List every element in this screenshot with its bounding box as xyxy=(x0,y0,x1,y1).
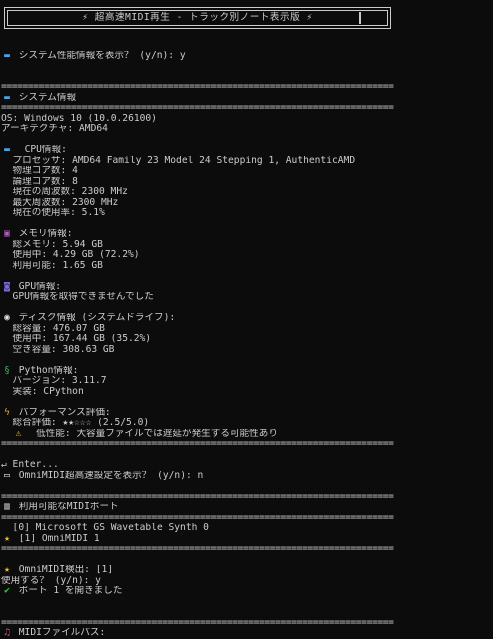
cpu-freq-max: 最大周波数: 2300 MHz xyxy=(1,197,119,208)
midi-port-0: [0] Microsoft GS Wavetable Synth 0 xyxy=(1,523,209,533)
disk-header: ディスク情報 (システムドライブ): xyxy=(18,313,176,323)
python-header-line: § Python情報: xyxy=(1,366,493,377)
perf-rating: 総合評価: ★★☆☆☆ (2.5/5.0) xyxy=(1,418,150,428)
banner-title: ⚡ 超高速MIDI再生 - トラック別ノート表示版 ⚡ xyxy=(82,12,313,23)
port-opened: ポート 1 を開きました xyxy=(18,586,123,596)
midi-ports-header: 利用可能なMIDIポート xyxy=(18,502,119,512)
lightning-icon: ϟ xyxy=(4,407,10,418)
port-opened-line: ✔ ポート 1 を開きました xyxy=(1,586,493,597)
midi-path-line[interactable]: ♫ MIDIファイルパス: xyxy=(1,628,493,639)
music-note-icon: ♫ xyxy=(4,628,10,638)
gamepad-icon: ◙ xyxy=(4,281,10,292)
checkmark-icon: ✔ xyxy=(4,586,10,596)
separator: ========================================… xyxy=(1,82,394,92)
python-icon: § xyxy=(4,365,10,376)
perf-warning: 低性能: 大容量ファイルでは遅延が発生する可能性あり xyxy=(36,428,278,439)
arch-line: アーキテクチャ: AMD64 xyxy=(1,124,108,134)
prompt-sysinfo: システム性能情報を表示？ (y/n): y xyxy=(18,50,186,61)
memory-header-line: ▣ メモリ情報: xyxy=(1,229,493,240)
sysinfo-header: システム情報 xyxy=(18,92,77,103)
disk-free: 空き容量: 308.63 GB xyxy=(1,344,115,355)
terminal-window: ⚡ 超高速MIDI再生 - トラック別ノート表示版 ⚡ ▬ システム性能情報を表… xyxy=(0,0,493,638)
cpu-freq-current: 現在の周波数: 2300 MHz xyxy=(1,187,128,197)
cpu-usage: 現在の使用率: 5.1% xyxy=(1,208,105,218)
separator: ========================================… xyxy=(1,491,394,502)
separator: ========================================… xyxy=(1,439,394,449)
cpu-physical-cores: 物理コア数: 4 xyxy=(1,166,78,176)
text-cursor xyxy=(359,12,361,24)
separator: ========================================… xyxy=(1,512,394,523)
perf-header-line: ϟ パフォーマンス評価: xyxy=(1,408,493,419)
terminal-output: ▬ システム性能情報を表示？ (y/n): y ================… xyxy=(1,40,493,639)
perf-warning-line: ⚠ 低性能: 大容量ファイルでは遅延が発生する可能性あり xyxy=(1,429,493,440)
cpu-logical-cores: 論理コア数: 8 xyxy=(1,176,78,187)
prompt-sysinfo-line: ▬ システム性能情報を表示？ (y/n): y xyxy=(1,51,493,62)
gpu-header-line: ◙ GPU情報: xyxy=(1,282,493,293)
computer-icon: ▬ xyxy=(4,145,10,155)
memory-header: メモリ情報: xyxy=(18,229,73,239)
omni-settings-prompt: OmniMIDI超高速設定を表示？ (y/n): n xyxy=(18,470,204,481)
title-banner: ⚡ 超高速MIDI再生 - トラック別ノート表示版 ⚡ xyxy=(4,7,391,29)
separator: ========================================… xyxy=(1,103,394,113)
separator: ========================================… xyxy=(1,544,394,554)
disk-total: 総容量: 476.07 GB xyxy=(1,323,105,334)
omni-detect: OmniMIDI検出: [1] xyxy=(18,565,114,575)
cpu-header-line: ▬ CPU情報: xyxy=(1,145,493,156)
computer-icon: ▬ xyxy=(4,92,10,103)
python-version: バージョン: 3.11.7 xyxy=(1,376,107,386)
memory-available: 利用可能: 1.65 GB xyxy=(1,260,103,271)
python-header: Python情報: xyxy=(18,365,79,376)
cpu-header: CPU情報: xyxy=(24,145,67,155)
disk-used: 使用中: 167.44 GB (35.2%) xyxy=(1,334,152,344)
disk-header-line: ◉ ディスク情報 (システムドライブ): xyxy=(1,313,493,324)
midi-port-1-line: ★ [1] OmniMIDI 1 xyxy=(1,534,493,545)
cpu-processor: プロセッサ: AMD64 Family 23 Model 24 Stepping… xyxy=(1,155,356,166)
os-line: OS: Windows 10 (10.0.26100) xyxy=(1,113,157,124)
memory-used: 使用中: 4.29 GB (72.2%) xyxy=(1,250,140,260)
omni-settings-line: ▭ OmniMIDI超高速設定を表示？ (y/n): n xyxy=(1,471,493,482)
gpu-status: GPU情報を取得できませんでした xyxy=(1,292,154,302)
warning-icon: ⚠ xyxy=(15,428,22,439)
midi-ports-header-line: ▥ 利用可能なMIDIポート xyxy=(1,502,493,513)
computer-icon: ▬ xyxy=(4,50,10,61)
memory-total: 総メモリ: 5.94 GB xyxy=(1,239,103,250)
omni-detect-line: ★ OmniMIDI検出: [1] xyxy=(1,565,493,576)
piano-icon: ▥ xyxy=(4,502,10,512)
python-impl: 実装: CPython xyxy=(1,386,84,397)
star-icon: ★ xyxy=(4,565,10,575)
sysinfo-header-line: ▬ システム情報 xyxy=(1,93,493,104)
midi-port-1: [1] OmniMIDI 1 xyxy=(18,533,100,544)
perf-header: パフォーマンス評価: xyxy=(18,407,111,418)
gpu-header: GPU情報: xyxy=(18,281,62,292)
use-prompt: 使用する？ (y/n): y xyxy=(1,575,101,586)
disc-icon: ◉ xyxy=(4,313,10,323)
separator: ========================================… xyxy=(1,617,394,628)
book-icon: ▭ xyxy=(4,470,10,481)
star-icon: ★ xyxy=(4,533,10,544)
floppy-disk-icon: ▣ xyxy=(4,229,10,239)
enter-prompt: ↵ Enter... xyxy=(1,460,59,470)
midi-path-label: MIDIファイルパス: xyxy=(18,628,106,638)
